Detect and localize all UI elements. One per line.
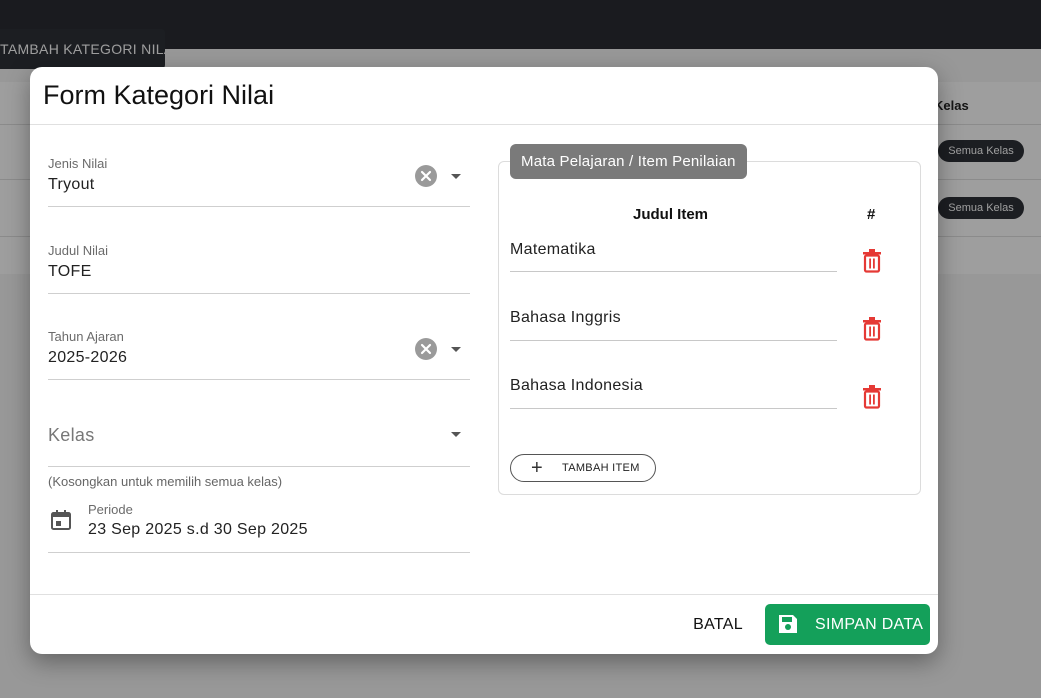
clear-circle-icon[interactable] — [415, 165, 437, 187]
item-underline — [510, 271, 837, 272]
periode-value: 23 Sep 2025 s.d 30 Sep 2025 — [88, 521, 308, 538]
tahun-ajaran-label: Tahun Ajaran — [48, 329, 124, 344]
category-form-dialog: Form Kategori Nilai Jenis Nilai Tryout J… — [30, 67, 938, 654]
tahun-ajaran-select[interactable]: Tahun Ajaran 2025-2026 — [48, 323, 470, 380]
chevron-down-icon[interactable] — [451, 347, 461, 352]
footer-divider — [30, 594, 938, 595]
tahun-ajaran-value: 2025-2026 — [48, 349, 128, 366]
trash-icon[interactable] — [861, 249, 883, 273]
dialog-title: Form Kategori Nilai — [43, 80, 275, 110]
item-input[interactable]: Matematika — [510, 241, 596, 259]
periode-date-field[interactable]: Periode 23 Sep 2025 s.d 30 Sep 2025 — [48, 496, 470, 553]
save-label: SIMPAN DATA — [815, 616, 924, 633]
judul-nilai-value: TOFE — [48, 263, 92, 280]
periode-label: Periode — [88, 502, 133, 517]
kelas-placeholder: Kelas — [48, 425, 95, 445]
chevron-down-icon[interactable] — [451, 432, 461, 437]
add-item-label: TAMBAH ITEM — [562, 462, 640, 474]
trash-icon[interactable] — [861, 317, 883, 341]
kelas-hint: (Kosongkan untuk memilih semua kelas) — [48, 474, 283, 489]
jenis-nilai-select[interactable]: Jenis Nilai Tryout — [48, 150, 470, 207]
item-underline — [510, 340, 837, 341]
jenis-nilai-value: Tryout — [48, 176, 95, 193]
kelas-select[interactable]: Kelas — [48, 410, 470, 467]
calendar-icon[interactable] — [49, 508, 73, 532]
jenis-nilai-label: Jenis Nilai — [48, 156, 108, 171]
add-item-button[interactable]: + TAMBAH ITEM — [510, 454, 656, 482]
floppy-disk-icon — [779, 615, 797, 633]
col-action: # — [867, 206, 876, 223]
item-input[interactable]: Bahasa Indonesia — [510, 377, 643, 395]
clear-circle-icon[interactable] — [415, 338, 437, 360]
save-button[interactable]: SIMPAN DATA — [765, 604, 930, 645]
item-underline — [510, 408, 837, 409]
col-judul-item: Judul Item — [633, 206, 709, 223]
plus-icon: + — [531, 457, 543, 479]
item-input[interactable]: Bahasa Inggris — [510, 309, 621, 327]
header-divider — [30, 124, 938, 125]
judul-nilai-label: Judul Nilai — [48, 243, 108, 258]
judul-nilai-field[interactable]: Judul Nilai TOFE — [48, 237, 470, 294]
items-panel-legend: Mata Pelajaran / Item Penilaian — [510, 144, 747, 179]
trash-icon[interactable] — [861, 385, 883, 409]
cancel-button[interactable]: BATAL — [682, 613, 754, 637]
chevron-down-icon[interactable] — [451, 174, 461, 179]
items-panel — [498, 161, 921, 495]
